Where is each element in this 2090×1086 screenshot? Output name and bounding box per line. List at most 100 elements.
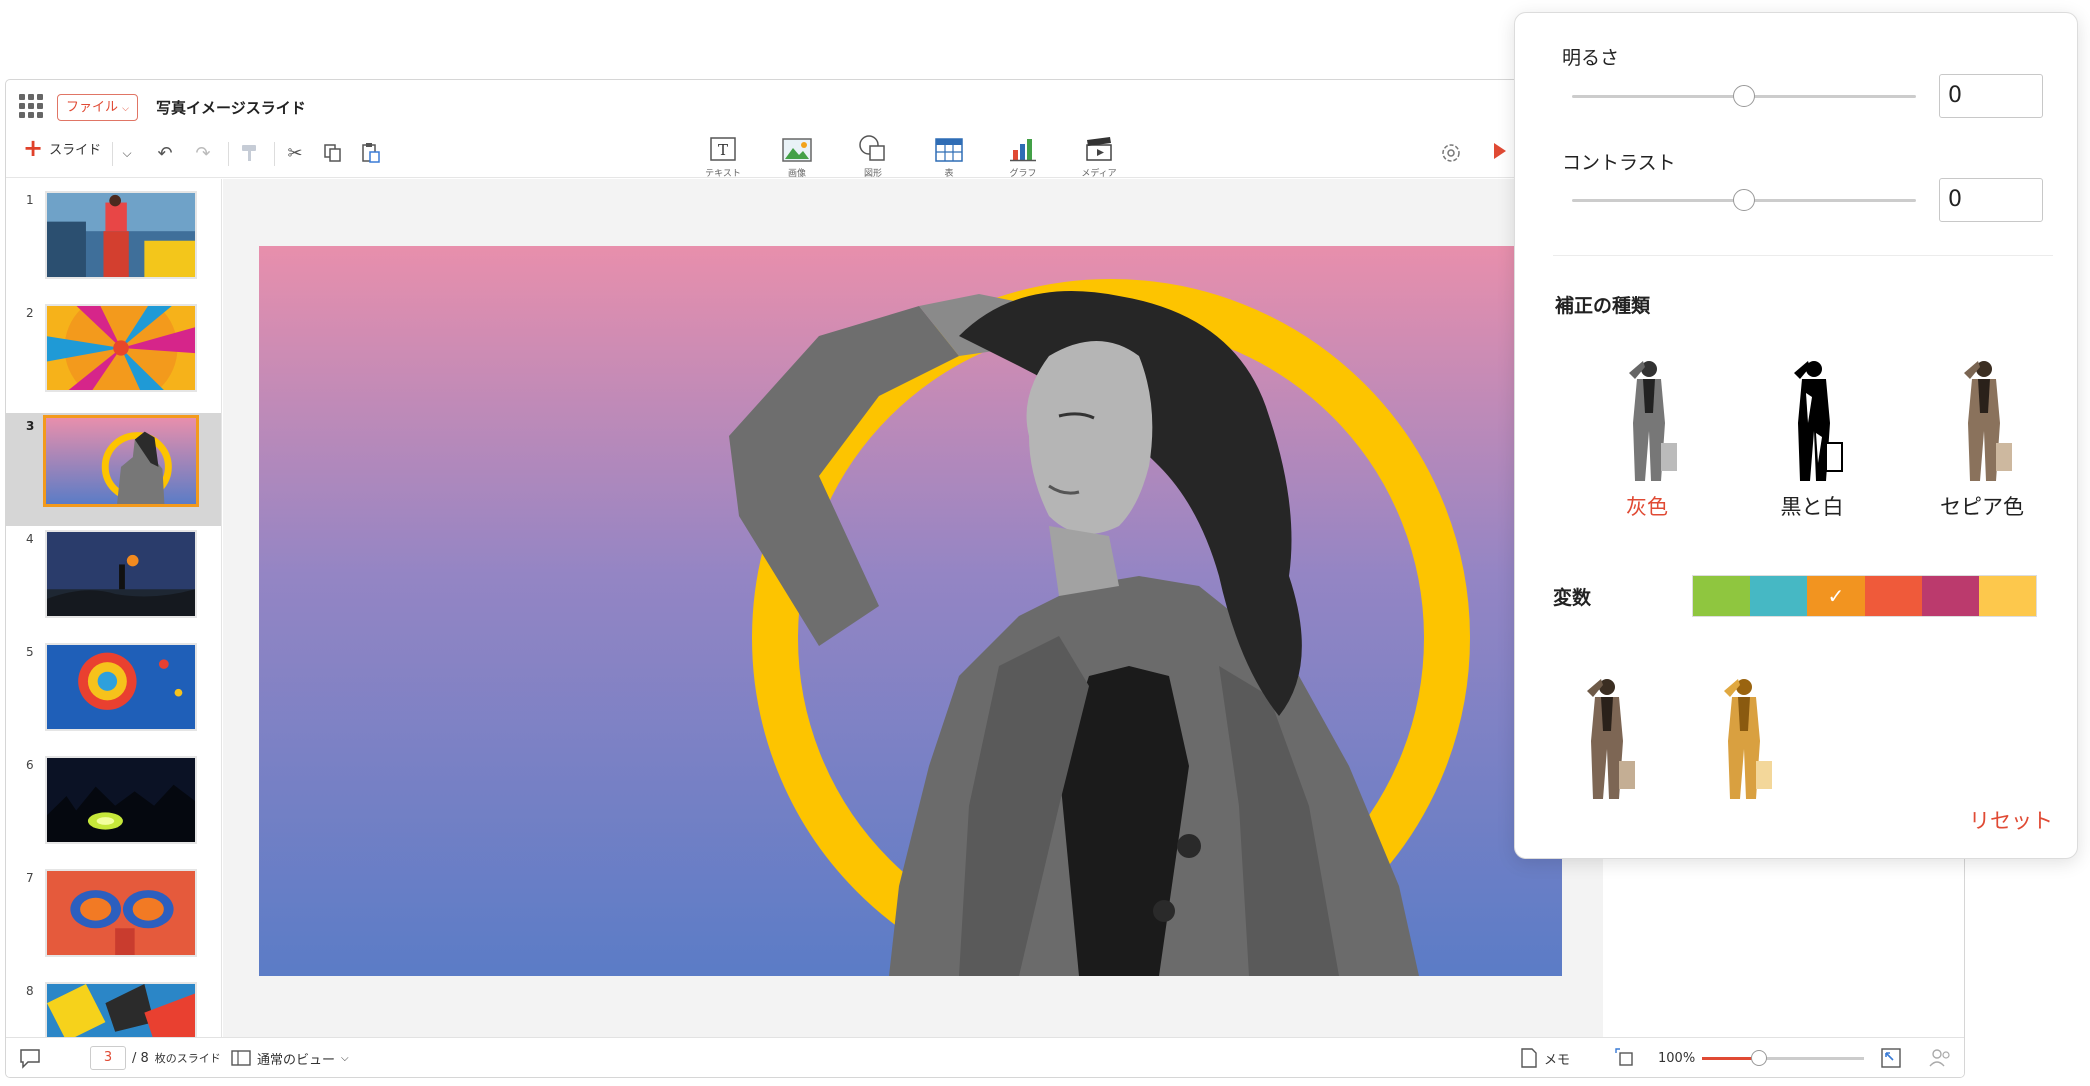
paste-icon[interactable]: [358, 140, 384, 166]
view-mode-dropdown[interactable]: 通常のビュー ⌵: [231, 1038, 349, 1077]
view-layout-icon: [231, 1050, 251, 1066]
current-slide[interactable]: [259, 246, 1562, 976]
document-title[interactable]: 写真イメージスライド: [156, 97, 306, 118]
zoom-slider-handle[interactable]: [1750, 1050, 1767, 1066]
brown-variant-preview-image: [1587, 679, 1635, 799]
correction-sepia-option[interactable]: セピア色: [1907, 353, 2057, 521]
insert-image-button[interactable]: 画像: [767, 128, 827, 179]
slide-layout-dropdown-icon[interactable]: ⌵: [114, 140, 140, 166]
slide-thumbnail-image: [43, 415, 199, 507]
panel-divider: [1553, 255, 2053, 256]
variant-color-swatch[interactable]: [1921, 576, 1979, 616]
contrast-value-input[interactable]: 0: [1939, 178, 2043, 222]
variant-color-swatch[interactable]: [1750, 576, 1808, 616]
insert-chart-button[interactable]: グラフ: [993, 128, 1053, 179]
insert-shape-button[interactable]: 図形: [843, 128, 903, 179]
reset-button[interactable]: リセット: [1969, 805, 2053, 835]
slide-number: 8: [26, 984, 34, 998]
slide-thumbnail-item[interactable]: 8: [6, 978, 221, 1039]
correction-black-white-option[interactable]: 黒と白: [1737, 353, 1887, 521]
slide-thumbnail-image: [45, 643, 197, 731]
slide-thumbnail-item-selected[interactable]: 3: [6, 413, 221, 526]
correction-gray-option[interactable]: 灰色: [1572, 353, 1722, 521]
correction-sepia-label: セピア色: [1940, 495, 2024, 519]
slide-thumbnail-image: [45, 304, 197, 392]
slide-number: 6: [26, 758, 34, 772]
insert-text-label: テキスト: [705, 169, 741, 179]
cut-icon[interactable]: ✂: [282, 140, 308, 166]
slide-thumbnail-item[interactable]: 4: [6, 526, 221, 639]
pages-suffix: 枚のスライド: [154, 1052, 221, 1065]
page-indicator: 3 / 8 枚のスライド: [90, 1038, 221, 1077]
app-launcher-icon[interactable]: [19, 94, 43, 118]
slide-number: 3: [26, 419, 35, 433]
insert-chart-label: グラフ: [1009, 169, 1037, 179]
slide-thumbnail-item[interactable]: 6: [6, 752, 221, 865]
sepia-preview-image: [1964, 361, 2012, 481]
insert-image-label: 画像: [787, 169, 806, 179]
notes-label: メモ: [1544, 1052, 1571, 1068]
fit-to-window-icon[interactable]: [1880, 1038, 1902, 1077]
insert-media-label: メディア: [1081, 169, 1117, 179]
table-icon: [935, 138, 963, 162]
insert-table-button[interactable]: 表: [919, 128, 979, 179]
notes-icon: [1521, 1048, 1537, 1068]
slide-thumbnail-image: [45, 982, 197, 1039]
collaborators-icon[interactable]: [1928, 1038, 1954, 1077]
slide-number: 4: [26, 532, 34, 546]
slide-thumbnail-image: [45, 869, 197, 957]
slide-thumbnail-item[interactable]: 2: [6, 300, 221, 413]
add-slide-button[interactable]: + スライド: [23, 134, 102, 162]
settings-icon[interactable]: [1438, 140, 1464, 166]
variant-color-swatch[interactable]: [1978, 576, 2037, 616]
redo-icon[interactable]: ↷: [190, 140, 216, 166]
contrast-slider-handle[interactable]: [1733, 189, 1755, 211]
variant-color-swatch[interactable]: [1693, 576, 1751, 616]
insert-table-label: 表: [944, 169, 954, 179]
slide-thumbnail-item[interactable]: 1: [6, 187, 221, 300]
chevron-down-icon: ⌵: [122, 104, 129, 114]
variant-color-swatch[interactable]: ✓: [1807, 576, 1865, 616]
status-bar: 3 / 8 枚のスライド 通常のビュー ⌵ メモ 100%: [6, 1037, 1964, 1077]
brightness-slider-handle[interactable]: [1733, 85, 1755, 107]
brightness-label: 明るさ: [1562, 47, 1620, 69]
variant-color-swatch[interactable]: [1864, 576, 1922, 616]
slide-thumbnail-panel[interactable]: 1 2 3 4 5 6 7 8: [6, 179, 222, 1039]
variant-color-swatches: ✓: [1692, 575, 2037, 617]
undo-icon[interactable]: ↶: [152, 140, 178, 166]
current-page-input[interactable]: 3: [90, 1046, 126, 1070]
slide-thumbnail-image: [45, 756, 197, 844]
slide-number: 2: [26, 306, 34, 320]
copy-icon[interactable]: [320, 140, 346, 166]
slide-editor-canvas[interactable]: [223, 179, 1603, 1039]
correction-type-heading: 補正の種類: [1555, 295, 1651, 317]
slide-photo-composition[interactable]: [259, 246, 1562, 976]
zoom-level[interactable]: 100%: [1658, 1038, 1695, 1077]
plus-icon: +: [23, 134, 44, 162]
insert-media-button[interactable]: メディア: [1069, 128, 1129, 179]
insert-shape-label: 図形: [863, 169, 882, 179]
zoom-slider[interactable]: [1702, 1057, 1864, 1060]
orange-variant-preview-image: [1724, 679, 1772, 799]
variants-label: 変数: [1553, 587, 1592, 609]
insert-text-button[interactable]: T テキスト: [693, 128, 753, 179]
format-painter-icon[interactable]: [237, 140, 263, 166]
fit-slide-icon[interactable]: [1614, 1038, 1636, 1077]
image-icon: [782, 138, 812, 162]
file-menu-button[interactable]: ファイル ⌵: [57, 94, 138, 121]
brightness-value-input[interactable]: 0: [1939, 74, 2043, 118]
slide-thumbnail-item[interactable]: 5: [6, 639, 221, 752]
play-slideshow-icon[interactable]: [1494, 143, 1506, 159]
slide-number: 5: [26, 645, 34, 659]
file-menu-label: ファイル: [66, 100, 119, 115]
slide-number: 7: [26, 871, 34, 885]
correction-black-white-label: 黒と白: [1780, 495, 1844, 519]
black-white-preview-image: [1794, 361, 1843, 481]
chat-icon[interactable]: [18, 1038, 42, 1077]
slide-thumbnail-item[interactable]: 7: [6, 865, 221, 978]
toolbar-divider: [228, 142, 229, 166]
notes-button[interactable]: メモ: [1520, 1038, 1571, 1077]
variant-preview-brown[interactable]: [1565, 671, 1645, 803]
add-slide-label: スライド: [49, 142, 102, 158]
variant-preview-orange[interactable]: [1702, 671, 1782, 803]
